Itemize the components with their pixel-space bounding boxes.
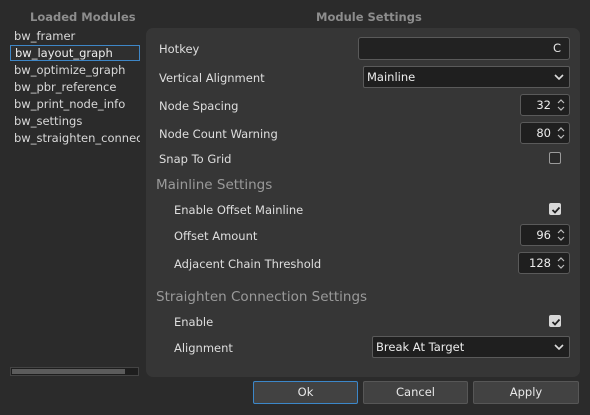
vertical-alignment-label: Vertical Alignment [159, 71, 265, 85]
apply-button[interactable]: Apply [473, 381, 579, 404]
checkmark-icon [551, 206, 561, 214]
snap-to-grid-label: Snap To Grid [159, 152, 232, 166]
chevron-down-icon [554, 344, 564, 351]
scrollbar-thumb[interactable] [12, 369, 125, 374]
module-item-bw-optimize-graph[interactable]: bw_optimize_graph [10, 62, 140, 78]
settings-panel: Hotkey C Vertical Alignment Mainline Nod… [146, 28, 580, 377]
adjacent-chain-threshold-label: Adjacent Chain Threshold [174, 257, 322, 271]
module-list: bw_framer bw_layout_graph bw_optimize_gr… [10, 28, 142, 350]
adjacent-chain-threshold-value: 128 [529, 256, 551, 270]
module-item-bw-layout-graph[interactable]: bw_layout_graph [10, 45, 140, 61]
node-spacing-spinbox[interactable]: 32 [520, 94, 570, 116]
spin-arrows-icon[interactable] [556, 125, 566, 141]
offset-amount-label: Offset Amount [174, 229, 258, 243]
module-item-bw-straighten-connection[interactable]: bw_straighten_connection [10, 130, 140, 146]
checkmark-icon [551, 318, 561, 326]
vertical-alignment-value: Mainline [367, 70, 416, 84]
node-spacing-value: 32 [536, 98, 551, 112]
straighten-alignment-label: Alignment [174, 341, 233, 355]
module-item-bw-settings[interactable]: bw_settings [10, 113, 140, 129]
vertical-alignment-dropdown[interactable]: Mainline [363, 66, 570, 88]
node-spacing-label: Node Spacing [159, 99, 239, 113]
module-item-bw-pbr-reference[interactable]: bw_pbr_reference [10, 79, 140, 95]
spin-arrows-icon[interactable] [556, 255, 566, 271]
snap-to-grid-checkbox[interactable] [549, 152, 561, 164]
loaded-modules-header: Loaded Modules [30, 10, 136, 24]
node-count-warning-value: 80 [536, 126, 551, 140]
hotkey-label: Hotkey [159, 42, 200, 56]
chevron-down-icon [554, 74, 564, 81]
spin-arrows-icon[interactable] [556, 227, 566, 243]
straighten-alignment-value: Break At Target [376, 340, 465, 354]
straighten-enable-checkbox[interactable] [549, 315, 561, 327]
mainline-settings-title: Mainline Settings [156, 177, 273, 193]
straighten-enable-label: Enable [174, 315, 214, 329]
module-item-bw-print-node-info[interactable]: bw_print_node_info [10, 96, 140, 112]
node-count-warning-label: Node Count Warning [159, 127, 278, 141]
module-list-scrollbar[interactable] [10, 367, 139, 376]
cancel-button[interactable]: Cancel [363, 381, 468, 404]
offset-amount-value: 96 [536, 228, 551, 242]
spin-arrows-icon[interactable] [556, 97, 566, 113]
straighten-connection-settings-title: Straighten Connection Settings [156, 289, 368, 305]
ok-button[interactable]: Ok [253, 381, 358, 404]
offset-amount-spinbox[interactable]: 96 [520, 224, 570, 246]
node-count-warning-spinbox[interactable]: 80 [520, 122, 570, 144]
hotkey-field[interactable]: C [358, 37, 570, 60]
enable-offset-mainline-label: Enable Offset Mainline [174, 203, 304, 217]
module-settings-header: Module Settings [316, 10, 422, 24]
adjacent-chain-threshold-spinbox[interactable]: 128 [518, 252, 570, 274]
enable-offset-mainline-checkbox[interactable] [549, 203, 561, 215]
module-item-bw-framer[interactable]: bw_framer [10, 28, 140, 44]
straighten-alignment-dropdown[interactable]: Break At Target [372, 336, 570, 358]
